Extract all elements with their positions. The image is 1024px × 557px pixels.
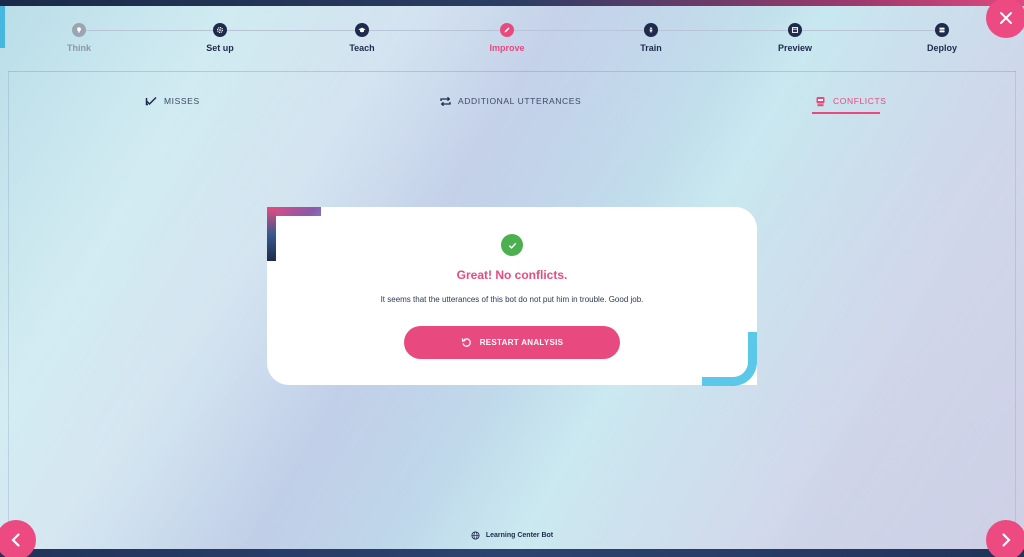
panel-left-border bbox=[8, 71, 9, 549]
next-step-button[interactable] bbox=[986, 520, 1024, 557]
previous-step-button[interactable] bbox=[0, 520, 36, 557]
lightbulb-icon bbox=[72, 23, 86, 37]
wizard-stepper: Think Set up Teach Improve Train Preview bbox=[0, 0, 1024, 70]
result-message: It seems that the utterances of this bot… bbox=[380, 295, 644, 304]
check-miss-icon bbox=[145, 96, 157, 105]
result-title: Great! No conflicts. bbox=[456, 268, 568, 282]
preview-window-icon bbox=[788, 23, 802, 37]
card-corner-arc-decoration bbox=[702, 332, 757, 386]
step-label: Teach bbox=[349, 43, 375, 53]
step-label: Improve bbox=[489, 43, 525, 53]
window-bottom-border bbox=[0, 549, 1024, 557]
step-label: Deploy bbox=[926, 43, 957, 53]
tab-label: MISSES bbox=[164, 96, 200, 106]
restart-icon bbox=[461, 338, 471, 347]
restart-analysis-button[interactable]: RESTART ANALYSIS bbox=[404, 326, 620, 359]
step-preview[interactable]: Preview bbox=[755, 23, 835, 53]
step-teach[interactable]: Teach bbox=[322, 23, 402, 53]
restart-button-label: RESTART ANALYSIS bbox=[479, 338, 564, 347]
step-think[interactable]: Think bbox=[39, 23, 119, 53]
server-icon bbox=[935, 23, 949, 37]
tab-additional-utterances[interactable]: ADDITIONAL UTTERANCES bbox=[439, 94, 581, 108]
gear-icon bbox=[213, 23, 227, 37]
tab-misses[interactable]: MISSES bbox=[145, 94, 200, 108]
step-set-up[interactable]: Set up bbox=[180, 23, 260, 53]
card-corner-decoration bbox=[267, 207, 321, 261]
step-label: Set up bbox=[206, 43, 234, 53]
close-icon bbox=[1000, 12, 1012, 24]
graduation-cap-icon bbox=[355, 23, 369, 37]
bot-name: Learning Center Bot bbox=[485, 532, 554, 539]
success-check-icon bbox=[501, 234, 523, 256]
active-tab-indicator bbox=[812, 112, 880, 114]
tab-label: ADDITIONAL UTTERANCES bbox=[458, 96, 582, 106]
close-button[interactable] bbox=[986, 0, 1024, 38]
step-train[interactable]: Train bbox=[611, 23, 691, 53]
header-divider bbox=[8, 71, 1016, 72]
chevron-left-icon bbox=[11, 533, 20, 547]
tab-label: CONFLICTS bbox=[833, 96, 887, 106]
step-label: Think bbox=[67, 43, 91, 53]
pencil-icon bbox=[500, 23, 514, 37]
step-label: Preview bbox=[777, 43, 813, 53]
chevron-right-icon bbox=[1002, 533, 1011, 547]
step-deploy[interactable]: Deploy bbox=[902, 23, 982, 53]
rocket-icon bbox=[644, 23, 658, 37]
step-improve[interactable]: Improve bbox=[467, 23, 547, 53]
tab-conflicts[interactable]: CONFLICTS bbox=[814, 94, 887, 108]
bot-footer: Learning Center Bot bbox=[0, 531, 1024, 540]
panel-right-border bbox=[1015, 71, 1016, 549]
globe-icon bbox=[471, 531, 480, 540]
robot-icon bbox=[816, 96, 825, 106]
step-label: Train bbox=[640, 43, 662, 53]
repeat-icon bbox=[440, 96, 451, 106]
